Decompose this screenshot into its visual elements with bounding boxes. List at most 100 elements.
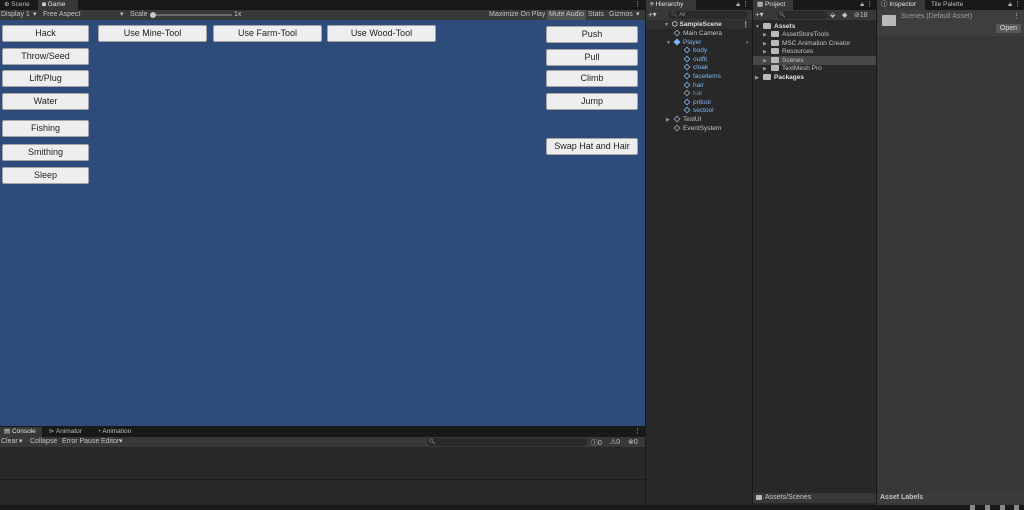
- folder-icon: [771, 56, 779, 63]
- console-search-input[interactable]: 🔍︎: [427, 438, 587, 446]
- inspector-header: Scenes (Default Asset) ⋮ Open: [877, 10, 1024, 36]
- status-icon-3[interactable]: [1000, 505, 1005, 510]
- inspector-settings-icon[interactable]: ⋮: [1013, 12, 1020, 20]
- fishing-button[interactable]: Fishing: [2, 120, 89, 137]
- game-view[interactable]: Hack Throw/Seed Lift/Plug Water Fishing Smith…: [0, 20, 645, 426]
- open-button[interactable]: Open: [995, 24, 1021, 33]
- gizmos-toggle[interactable]: Gizmos: [609, 11, 633, 18]
- tab-animation[interactable]: ◔ Animation: [93, 427, 135, 437]
- climb-button[interactable]: Climb: [546, 70, 638, 87]
- gameobject-icon: [683, 72, 691, 80]
- folder-icon: [771, 48, 779, 55]
- sleep-button[interactable]: Sleep: [2, 167, 89, 184]
- throw-seed-button[interactable]: Throw/Seed: [2, 48, 89, 65]
- project-search-input[interactable]: 🔍︎: [777, 11, 827, 19]
- stats-toggle[interactable]: Stats: [588, 11, 604, 18]
- water-button[interactable]: Water: [2, 93, 89, 110]
- scene-tabbar: ⊕ Scene ◙ Game ⋮: [0, 0, 645, 10]
- smithing-button[interactable]: Smithing: [2, 144, 89, 161]
- tab-console[interactable]: ▤ Console: [0, 427, 42, 437]
- editor-dropdown-icon[interactable]: ▾: [119, 437, 123, 445]
- jump-button[interactable]: Jump: [546, 93, 638, 110]
- project-packages-row[interactable]: ▶ Packages: [753, 73, 804, 82]
- project-panel: ▦ Project 🔒︎ ⋮ +▾ 🔍︎ ⬙ ◆ ⊘18 ▼ Assets ▶ As…: [753, 0, 876, 505]
- display-select[interactable]: Display 1: [1, 11, 30, 18]
- inspector-menu-icon[interactable]: ⋮: [1014, 0, 1021, 10]
- maximize-on-play-toggle[interactable]: Maximize On Play: [489, 11, 545, 18]
- hierarchy-add-button[interactable]: +▾: [648, 10, 657, 20]
- pull-button[interactable]: Pull: [546, 49, 638, 66]
- editor-select[interactable]: Editor: [101, 438, 119, 445]
- gameobject-icon: [673, 38, 681, 45]
- hierarchy-panel: ≡ Hierarchy 🔒︎ ⋮ +▾ 🔍︎ All ▼ ⬡ SampleScen…: [646, 0, 752, 505]
- tab-game[interactable]: ◙ Game: [38, 0, 78, 10]
- tab-tile-palette[interactable]: Tile Palette: [927, 0, 967, 10]
- search-by-label-icon[interactable]: ◆: [842, 11, 847, 19]
- scene-menu-icon[interactable]: ⋮: [743, 20, 750, 29]
- folder-label: Resources: [782, 48, 814, 56]
- gameobject-icon: [683, 89, 691, 97]
- lift-plug-button[interactable]: Lift/Plug: [2, 70, 89, 87]
- hierarchy-item-label: hair: [693, 81, 704, 89]
- aspect-select[interactable]: Free Aspect: [43, 11, 80, 18]
- status-icon-1[interactable]: [970, 505, 975, 510]
- tab-project[interactable]: ▦ Project: [753, 0, 793, 10]
- project-lock-icon[interactable]: 🔒︎: [860, 0, 864, 10]
- console-panel-menu-icon[interactable]: ⋮: [634, 427, 641, 437]
- project-add-button[interactable]: +▾: [755, 10, 764, 20]
- scene-panel-menu-icon[interactable]: ⋮: [634, 0, 641, 10]
- error-count-toggle[interactable]: ⊗0: [628, 438, 638, 446]
- hack-button[interactable]: Hack: [2, 25, 89, 42]
- folder-icon: [771, 65, 779, 72]
- status-icon-4[interactable]: [1014, 505, 1019, 510]
- scale-value: 1x: [234, 11, 242, 18]
- aspect-dropdown-icon[interactable]: ▾: [120, 10, 124, 18]
- project-menu-icon[interactable]: ⋮: [866, 0, 873, 10]
- packages-folder-icon: [763, 74, 771, 80]
- footer-folder-icon: [756, 495, 762, 500]
- console-log-area[interactable]: [0, 447, 645, 505]
- scene-expand-icon[interactable]: ▼: [664, 21, 672, 30]
- expand-down-icon[interactable]: ▼: [666, 39, 674, 48]
- swap-hat-and-hair-button[interactable]: Swap Hat and Hair: [546, 138, 638, 155]
- hierarchy-lock-icon[interactable]: 🔒︎: [736, 0, 740, 10]
- hidden-packages-icon[interactable]: ⊘18: [854, 11, 868, 19]
- collapse-toggle[interactable]: Collapse: [30, 438, 57, 445]
- display-dropdown-icon[interactable]: ▾: [33, 10, 37, 18]
- clear-button[interactable]: Clear: [1, 438, 18, 445]
- tab-animator[interactable]: ⊳ Animator: [45, 427, 86, 437]
- warning-count-toggle[interactable]: ⚠0: [610, 438, 620, 446]
- gizmos-dropdown-icon[interactable]: ▾: [636, 10, 640, 18]
- console-search-icon: 🔍︎: [429, 439, 436, 445]
- expand-right-icon[interactable]: ▶: [666, 116, 674, 125]
- use-wood-tool-button[interactable]: Use Wood-Tool: [327, 25, 436, 42]
- prefab-open-icon[interactable]: ›: [746, 38, 748, 47]
- search-by-type-icon[interactable]: ⬙: [830, 11, 835, 19]
- gameobject-icon: [683, 46, 691, 54]
- tab-scene[interactable]: ⊕ Scene: [0, 0, 34, 10]
- gameobject-icon: [683, 106, 691, 114]
- tab-inspector[interactable]: ⓘ Inspector: [877, 0, 925, 10]
- hierarchy-item[interactable]: EventSystem: [673, 124, 721, 133]
- packages-expand-icon[interactable]: ▶: [755, 74, 763, 83]
- use-farm-tool-button[interactable]: Use Farm-Tool: [213, 25, 322, 42]
- folder-label: MSC Animation Creator: [782, 39, 851, 47]
- inspector-lock-icon[interactable]: 🔒︎: [1008, 0, 1012, 10]
- use-mine-tool-button[interactable]: Use Mine-Tool: [98, 25, 207, 42]
- status-icon-2[interactable]: [985, 505, 990, 510]
- console-toolbar: Clear ▾ Collapse Error Pause Editor ▾ 🔍︎…: [0, 437, 645, 447]
- gameobject-icon: [683, 81, 691, 88]
- gameobject-icon: [673, 29, 681, 37]
- scale-slider-track[interactable]: [152, 14, 232, 16]
- push-button[interactable]: Push: [546, 26, 638, 43]
- error-pause-toggle[interactable]: Error Pause: [62, 438, 99, 445]
- tab-hierarchy[interactable]: ≡ Hierarchy: [646, 0, 696, 10]
- scale-slider-handle[interactable]: [150, 12, 156, 18]
- hierarchy-scene-row[interactable]: ▼ ⬡ SampleScene ⋮: [646, 20, 752, 29]
- hierarchy-search-input[interactable]: 🔍︎ All: [668, 11, 748, 19]
- hierarchy-menu-icon[interactable]: ⋮: [742, 0, 749, 10]
- clear-dropdown-icon[interactable]: ▾: [19, 437, 23, 445]
- mute-audio-toggle[interactable]: Mute Audio: [547, 10, 587, 20]
- gameobject-icon: [683, 63, 691, 71]
- project-path: Assets/Scenes: [765, 494, 812, 501]
